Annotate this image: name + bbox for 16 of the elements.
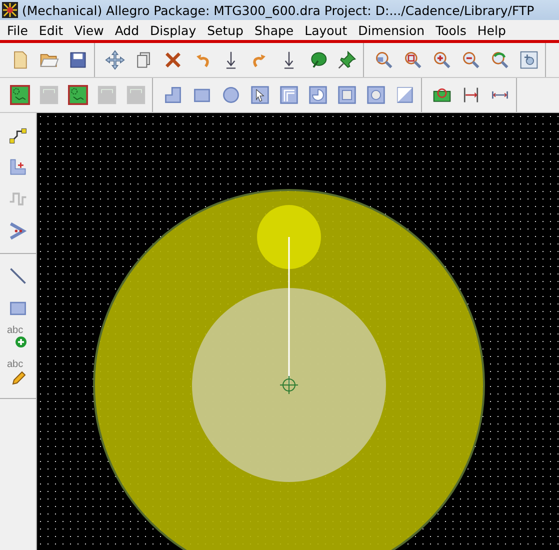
text-glyph: abc [7,360,24,370]
menu-item[interactable]: Dimension [353,22,431,38]
menu-item[interactable]: Add [110,22,146,38]
text-glyph: abc [7,326,24,336]
menu-item[interactable]: Layout [300,22,354,38]
menu-item[interactable]: View [69,22,110,38]
add-text-button[interactable]: abc [3,326,33,356]
menu-item[interactable]: Edit [34,22,70,38]
edit-text-button[interactable]: abc [3,360,33,390]
menu-item[interactable]: Setup [202,22,250,38]
menu-item[interactable]: File [2,22,34,38]
menu-item[interactable]: Display [145,22,202,38]
menu-item[interactable]: Help [472,22,512,38]
menu-item[interactable]: Shape [249,22,300,38]
window-title: (Mechanical) Allegro Package: MTG300_600.dra Project: D:.../Cadence/Library/FTP [22,2,534,18]
menu-item[interactable]: Tools [430,22,472,38]
